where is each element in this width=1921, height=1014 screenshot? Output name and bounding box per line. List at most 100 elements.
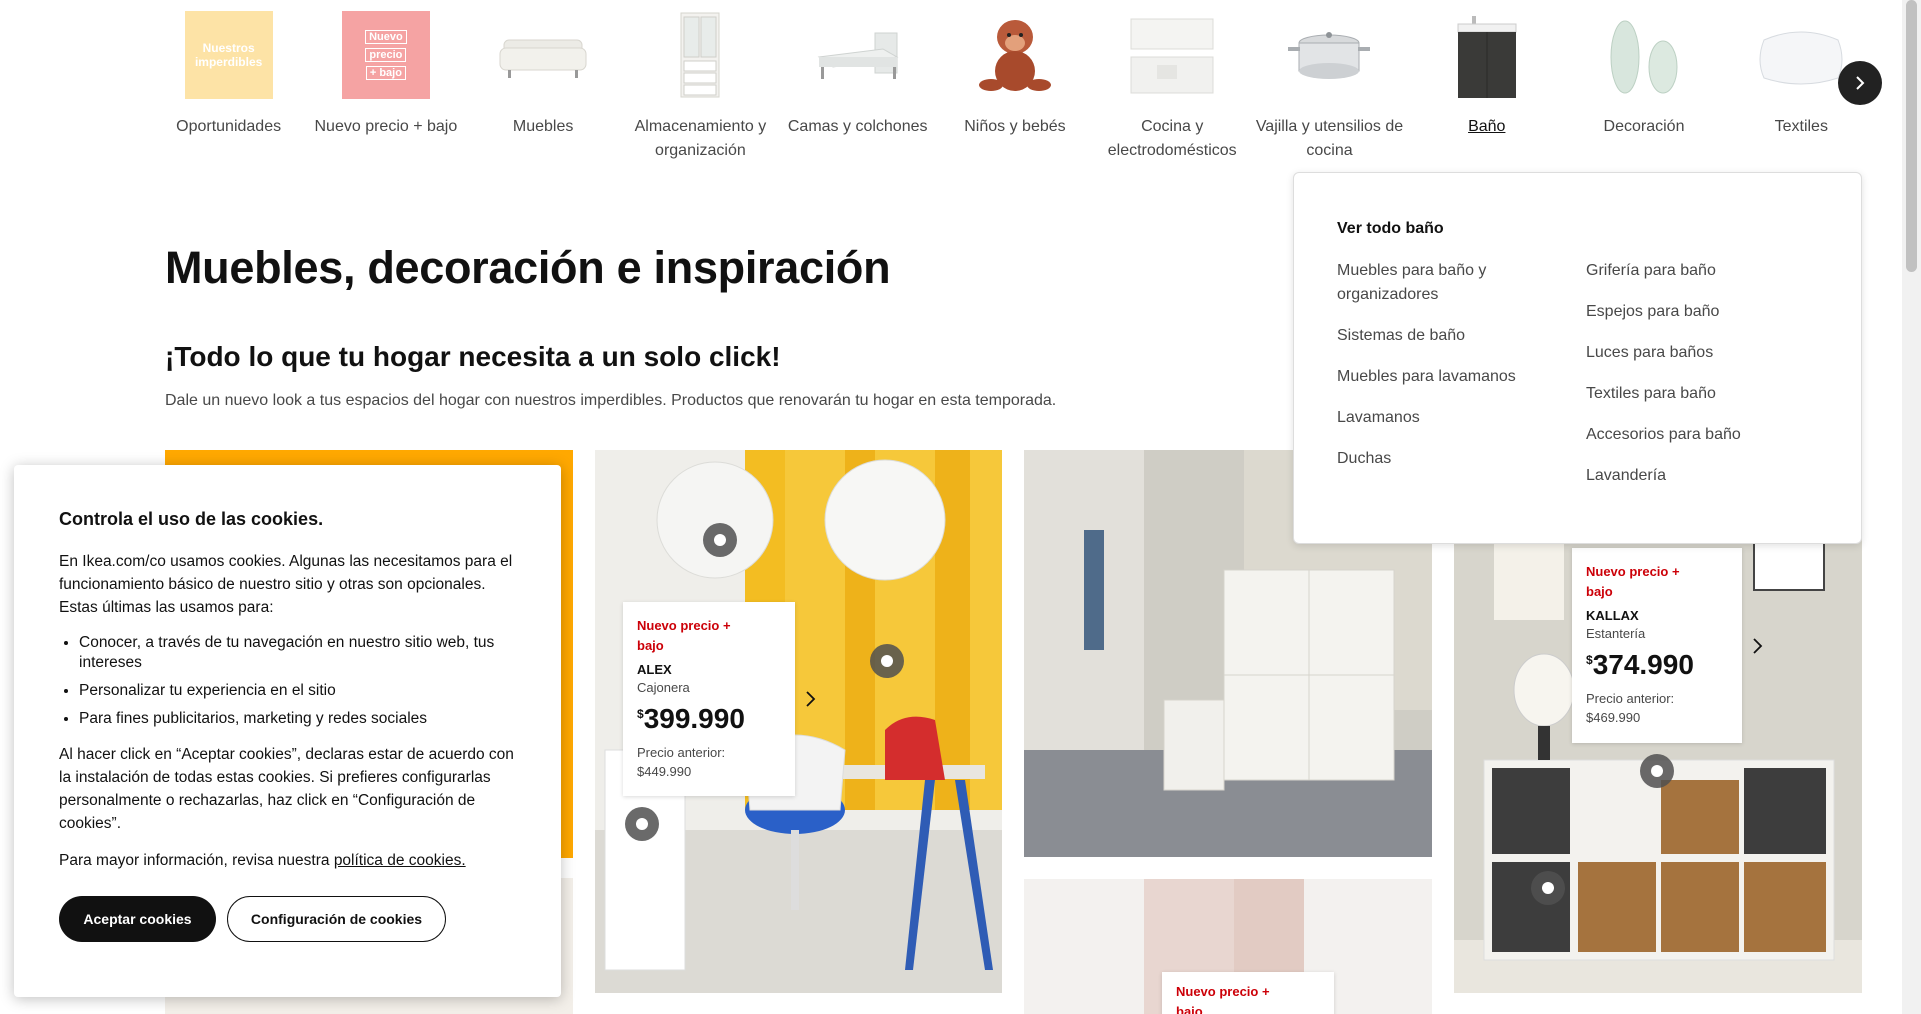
category-label: Nuevo precio + bajo [314,118,458,135]
page-title: Muebles, decoración e inspiración [165,242,891,293]
category-cocina[interactable]: Cocina y electrodomésticos [1094,0,1251,165]
cookie-settings-button[interactable]: Configuración de cookies [227,896,446,942]
product-name: ALEX [637,662,672,677]
submenu-column-2: Grifería para baño Espejos para baño Luc… [1586,259,1816,505]
cookie-more-info: Para mayor información, revisa nuestra p… [59,849,517,872]
price-tag-label: Nuevo precio + bajo [1586,564,1680,599]
submenu-item[interactable]: Espejos para baño [1586,300,1816,324]
product-hotspot[interactable] [870,644,904,678]
price-value: 374.990 [1592,649,1694,680]
currency-symbol: $ [1586,653,1593,667]
category-label: Textiles [1774,118,1828,135]
cabinet-image [645,6,755,104]
thumbnail-text: + bajo [365,66,406,80]
cookie-purpose-item: Para fines publicitarios, marketing y re… [79,709,517,729]
product-hotspot[interactable] [1640,754,1674,788]
submenu-item[interactable]: Muebles para lavamanos [1337,365,1567,389]
category-bano[interactable]: Baño [1408,0,1565,165]
submenu-view-all-link[interactable]: Ver todo baño [1337,220,1444,238]
thumbnail-text: Nuestros imperdibles [194,41,263,69]
previous-price: Precio anterior: $469.990 [1586,689,1730,727]
previous-price-value: $449.990 [637,764,692,779]
category-label: Baño [1468,118,1506,135]
submenu-item[interactable]: Textiles para baño [1586,382,1816,406]
price-tag-label: Nuevo precio + bajo [1176,984,1270,1014]
nuevo-precio-thumbnail: Nuevo precio + bajo [331,6,441,104]
previous-price-value: $469.990 [1586,710,1641,725]
category-ninos[interactable]: Niños y bebés [936,0,1093,165]
chevron-right-icon [1856,76,1865,90]
orangutan-toy-image [960,6,1070,104]
bed-image [803,6,913,104]
category-camas[interactable]: Camas y colchones [779,0,936,165]
cookie-intro-text: En Ikea.com/co usamos cookies. Algunas l… [59,553,513,616]
kitchen-image [1117,6,1227,104]
chevron-right-icon[interactable] [1746,634,1770,658]
category-label: Muebles [512,118,574,135]
category-vajilla[interactable]: Vajilla y utensilios de cocina [1251,0,1408,165]
category-label: Decoración [1603,118,1685,135]
chevron-right-icon[interactable] [799,687,823,711]
cookie-purpose-list: Conocer, a través de tu navegación en nu… [79,633,517,729]
submenu-item[interactable]: Lavamanos [1337,406,1567,430]
bathroom-cabinet-image [1432,6,1542,104]
thumbnail-text: Nuevo [365,30,407,44]
product-card-alex[interactable]: Nuevo precio + bajo ALEX Cajonera $399.9… [623,602,816,796]
cookie-consent-dialog: Controla el uso de las cookies. En Ikea.… [14,465,561,997]
cookie-consent-text: Al hacer click en “Aceptar cookies”, dec… [59,746,514,832]
product-hotspot[interactable] [703,523,737,557]
category-label: Cocina y electrodomésticos [1107,118,1237,159]
product-card-kallax[interactable]: Nuevo precio + bajo KALLAX Estantería $3… [1572,548,1763,743]
submenu-item[interactable]: Sistemas de baño [1337,324,1567,348]
category-label: Camas y colchones [787,118,928,135]
previous-price: Precio anterior: $449.990 [637,743,783,781]
category-label: Oportunidades [176,118,282,135]
submenu-item[interactable]: Duchas [1337,447,1567,471]
submenu-column-1: Muebles para baño y organizadores Sistem… [1337,259,1567,488]
price-tag-label: Nuevo precio + bajo [637,618,731,653]
cookie-dialog-title: Controla el uso de las cookies. [59,509,324,529]
page-subtitle: ¡Todo lo que tu hogar necesita a un solo… [165,341,781,372]
cookie-purpose-item: Personalizar tu experiencia en el sitio [79,681,517,701]
previous-price-label: Precio anterior: [1586,691,1675,706]
cookie-more-info-text: Para mayor información, revisa nuestra [59,852,334,869]
thumbnail-text: precio [365,48,407,62]
product-type: Cajonera [637,680,690,695]
submenu-item[interactable]: Luces para baños [1586,341,1816,365]
category-almacenamiento[interactable]: Almacenamiento y organización [622,0,779,165]
category-muebles[interactable]: Muebles [465,0,622,165]
category-label: Almacenamiento y organización [634,118,767,159]
product-name: KALLAX [1586,608,1639,623]
product-type: Estantería [1586,626,1646,641]
product-hotspot[interactable] [1531,871,1565,905]
category-carousel: Nuestros imperdibles Oportunidades Nuevo… [150,0,1880,165]
carousel-next-button[interactable] [1838,61,1882,105]
cookie-purpose-item: Conocer, a través de tu navegación en nu… [79,633,517,673]
category-nuevo-precio[interactable]: Nuevo precio + bajo Nuevo precio + bajo [307,0,464,165]
currency-symbol: $ [637,707,644,721]
product-price: $399.990 [637,703,783,735]
scrollbar-thumb[interactable] [1906,0,1917,272]
product-card-bottom[interactable]: Nuevo precio + bajo [1162,972,1334,1014]
submenu-item[interactable]: Lavandería [1586,464,1816,488]
pot-image [1274,6,1384,104]
submenu-item[interactable]: Muebles para baño y organizadores [1337,259,1517,307]
submenu-item[interactable]: Accesorios para baño [1586,423,1816,447]
cookie-policy-link[interactable]: política de cookies. [334,852,466,869]
price-value: 399.990 [643,703,745,734]
category-label: Vajilla y utensilios de cocina [1255,118,1404,159]
category-label: Niños y bebés [964,118,1066,135]
page-scrollbar[interactable] [1902,0,1921,1014]
product-hotspot[interactable] [625,807,659,841]
bathroom-submenu: Ver todo baño Muebles para baño y organi… [1293,172,1862,544]
category-oportunidades[interactable]: Nuestros imperdibles Oportunidades [150,0,307,165]
category-decoracion[interactable]: Decoración [1565,0,1722,165]
vases-image [1589,6,1699,104]
accept-cookies-button[interactable]: Aceptar cookies [59,896,216,942]
intro-text: Dale un nuevo look a tus espacios del ho… [165,392,1057,409]
cookie-button-row: Aceptar cookies Configuración de cookies [59,896,517,942]
submenu-item[interactable]: Grifería para baño [1586,259,1816,283]
sofa-image [488,6,598,104]
previous-price-label: Precio anterior: [637,745,726,760]
product-price: $374.990 [1586,649,1730,681]
